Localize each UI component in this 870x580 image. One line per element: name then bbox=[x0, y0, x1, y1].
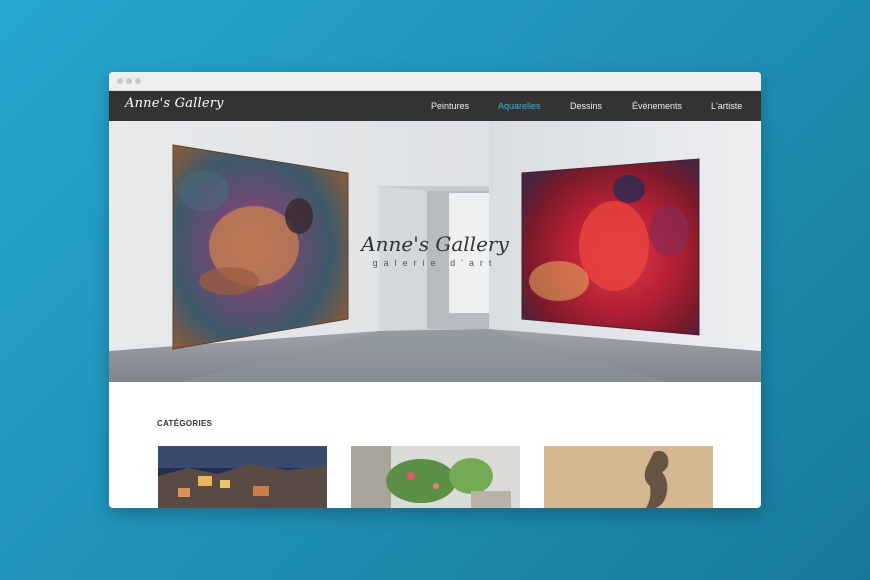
top-navbar: Anne's Gallery Peintures Aquarelles Dess… bbox=[109, 91, 761, 121]
nav-item-aquarelles[interactable]: Aquarelles bbox=[498, 91, 541, 121]
night-village-painting bbox=[158, 446, 327, 508]
category-thumbnail-peintures[interactable] bbox=[158, 446, 327, 508]
nav-item-peintures[interactable]: Peintures bbox=[431, 91, 469, 121]
browser-chrome bbox=[109, 72, 761, 91]
hero-subtitle: galerie d'art bbox=[372, 258, 498, 268]
figure-drawing bbox=[544, 446, 713, 508]
site-logo[interactable]: Anne's Gallery bbox=[125, 96, 224, 111]
categories-heading: CATÉGORIES bbox=[157, 419, 213, 428]
window-dot bbox=[117, 78, 123, 84]
window-dot bbox=[126, 78, 132, 84]
hero-title: Anne's Gallery bbox=[361, 232, 509, 256]
category-thumbnail-aquarelles[interactable] bbox=[351, 446, 520, 508]
category-thumbnail-dessins[interactable] bbox=[544, 446, 713, 508]
watercolor-terrace-painting bbox=[351, 446, 520, 508]
hero-banner: Anne's Gallery galerie d'art bbox=[109, 121, 761, 382]
nav-item-evenements[interactable]: Événements bbox=[632, 91, 682, 121]
browser-window: Anne's Gallery Peintures Aquarelles Dess… bbox=[109, 72, 761, 508]
window-dot bbox=[135, 78, 141, 84]
nav-item-artiste[interactable]: L'artiste bbox=[711, 91, 742, 121]
nav-item-dessins[interactable]: Dessins bbox=[570, 91, 602, 121]
